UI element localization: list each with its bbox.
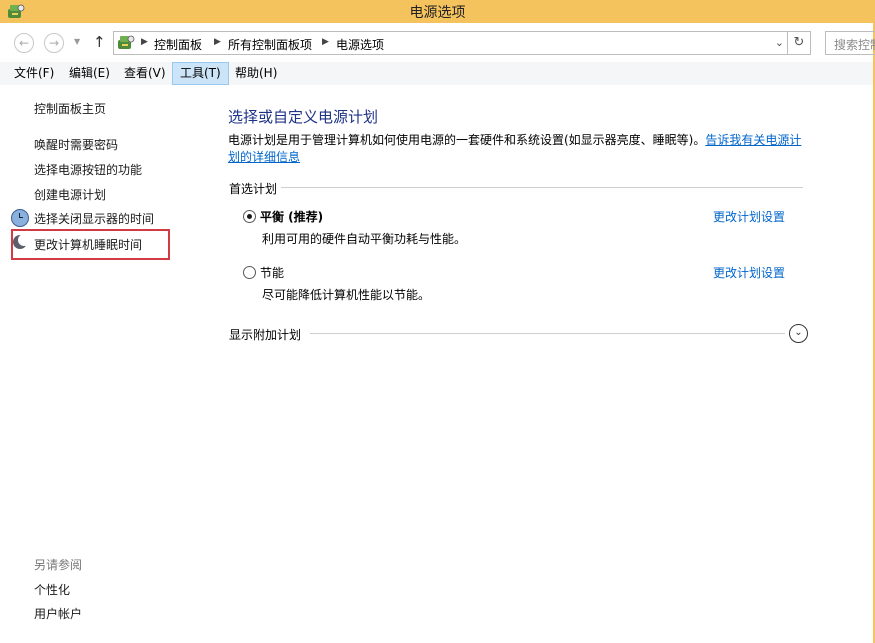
plan-balanced-settings-link[interactable]: 更改计划设置 [713,208,785,225]
back-arrow-icon[interactable]: ← [14,33,34,53]
create-power-plan-link[interactable]: 创建电源计划 [34,186,106,203]
plan-power-saver-settings-link[interactable]: 更改计划设置 [713,264,785,281]
wake-password-link[interactable]: 唤醒时需要密码 [34,136,118,153]
power-button-function-link[interactable]: 选择电源按钮的功能 [34,161,142,178]
chevron-down-icon[interactable]: ⌄ [789,324,808,343]
plan-power-saver-name[interactable]: 节能 [260,264,284,281]
breadcrumb-separator-icon[interactable]: ▶ [141,37,148,47]
see-also-heading: 另请参阅 [34,558,83,572]
plan-power-saver-radio[interactable] [243,266,256,279]
address-history-dropdown-icon[interactable]: ⌄ [775,36,784,49]
user-accounts-link[interactable]: 用户帐户 [34,605,82,622]
up-arrow-icon[interactable]: ↑ [93,33,106,51]
breadcrumb-separator-icon[interactable]: ▶ [214,37,221,47]
display-clock-icon [11,209,29,227]
plan-balanced-description: 利用可用的硬件自动平衡功耗与性能。 [262,232,467,246]
breadcrumb-control-panel[interactable]: 控制面板 [154,36,202,53]
menu-tools[interactable]: 工具(T) [172,62,229,85]
control-panel-home-link[interactable]: 控制面板主页 [34,100,106,117]
page-description: 电源计划是用于管理计算机如何使用电源的一套硬件和系统设置(如显示器亮度、睡眠等)… [228,132,813,166]
menu-view[interactable]: 查看(V) [117,62,173,85]
refresh-icon[interactable]: ↻ [788,31,811,55]
menu-file[interactable]: 文件(F) [7,62,61,85]
personalization-link[interactable]: 个性化 [34,581,70,598]
window-title: 电源选项 [409,5,466,21]
preferred-plans-label: 首选计划 [229,180,282,197]
display-off-time-link[interactable]: 选择关闭显示器的时间 [34,210,154,227]
breadcrumb-all-items[interactable]: 所有控制面板项 [228,36,312,53]
search-placeholder: 搜索控制 [834,38,875,52]
navigation-bar: ← → ▼ ↑ ▶ 控制面板 ▶ 所有控制面板项 ▶ 电源选项 ⌄ ↻ 搜索控制 [0,23,875,62]
page-title: 选择或自定义电源计划 [228,108,379,126]
breadcrumb-separator-icon[interactable]: ▶ [322,37,329,47]
description-text: 电源计划是用于管理计算机如何使用电源的一套硬件和系统设置(如显示器亮度、睡眠等)… [228,133,706,147]
menu-edit[interactable]: 编辑(E) [62,62,117,85]
search-input[interactable]: 搜索控制 [825,31,875,55]
address-bar[interactable]: ▶ 控制面板 ▶ 所有控制面板项 ▶ 电源选项 ⌄ [113,31,788,55]
plan-power-saver-description: 尽可能降低计算机性能以节能。 [262,288,431,302]
breadcrumb-power-options[interactable]: 电源选项 [336,36,384,53]
title-bar: 电源选项 [0,0,875,23]
control-panel-icon [118,35,135,49]
menu-help[interactable]: 帮助(H) [228,62,284,85]
show-additional-plans-label[interactable]: 显示附加计划 [229,326,306,343]
highlight-annotation-box [11,229,170,260]
forward-arrow-icon[interactable]: → [44,33,64,53]
menu-bar: 文件(F) 编辑(E) 查看(V) 工具(T) 帮助(H) [0,62,873,85]
divider [229,187,803,188]
divider [310,333,785,334]
plan-balanced-radio[interactable] [243,210,256,223]
recent-locations-dropdown-icon[interactable]: ▼ [74,37,80,46]
plan-balanced-name[interactable]: 平衡 (推荐) [260,208,323,225]
